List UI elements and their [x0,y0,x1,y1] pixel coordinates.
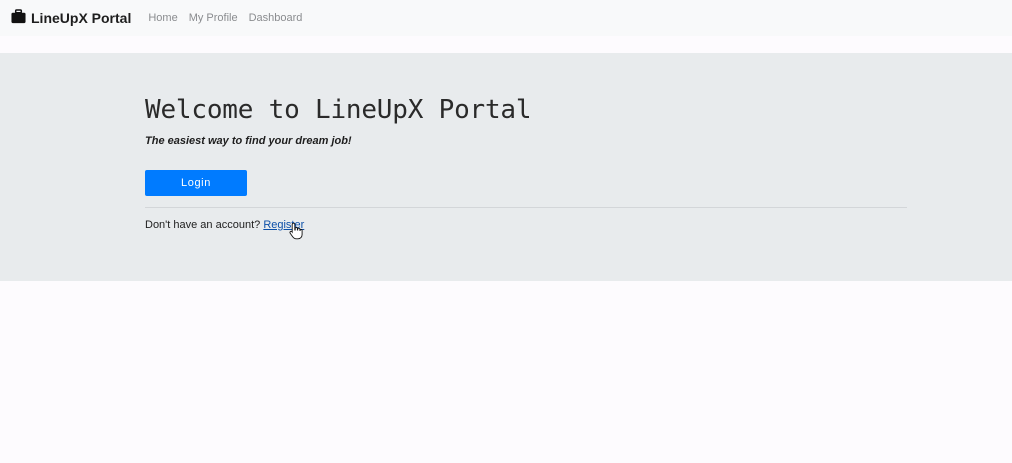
divider [145,207,907,208]
page-title: Welcome to LineUpX Portal [145,95,532,125]
nav-link-home[interactable]: Home [148,12,177,24]
register-prompt: Don't have an account? [145,219,261,231]
navbar: LineUpX Portal Home My Profile Dashboard [0,0,1012,36]
brand-name: LineUpX Portal [31,10,132,26]
briefcase-icon [11,9,26,24]
hand-pointer-icon [289,222,303,240]
brand-link[interactable]: LineUpX Portal [11,9,132,26]
register-prompt-line: Don't have an account? Register [145,219,304,231]
login-button[interactable]: Login [145,170,247,196]
nav-links: Home My Profile Dashboard [148,12,313,24]
nav-link-my-profile[interactable]: My Profile [189,12,238,24]
hero-section: Welcome to LineUpX Portal The easiest wa… [0,53,1012,281]
tagline: The easiest way to find your dream job! [145,135,352,147]
nav-link-dashboard[interactable]: Dashboard [249,12,303,24]
